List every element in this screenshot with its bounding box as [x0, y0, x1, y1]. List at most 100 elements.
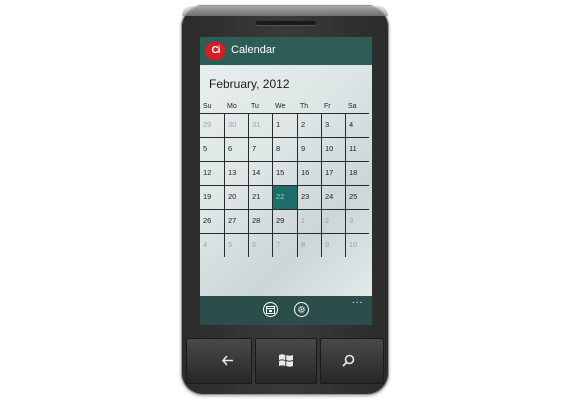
back-arrow-icon: [222, 355, 233, 366]
start-button[interactable]: [255, 338, 317, 384]
weekday-label: Mo: [227, 103, 237, 110]
month-label: February, 2012: [209, 77, 290, 91]
day-number: 20: [228, 192, 237, 201]
day-number: 2: [325, 216, 330, 225]
calendar-day-cell[interactable]: 22: [272, 185, 297, 209]
day-number: 9: [325, 240, 330, 249]
day-number: 23: [301, 192, 310, 201]
calendar-day-cell[interactable]: 31: [248, 113, 272, 137]
calendar-day-cell[interactable]: 19: [200, 185, 224, 209]
day-number: 3: [349, 216, 354, 225]
day-number: 2: [301, 120, 306, 129]
calendar-day-cell[interactable]: 8: [297, 233, 321, 257]
calendar-day-cell[interactable]: 26: [200, 209, 224, 233]
day-number: 1: [276, 120, 281, 129]
day-number: 25: [349, 192, 358, 201]
calendar-day-cell[interactable]: 6: [248, 233, 272, 257]
calendar-day-cell[interactable]: 18: [345, 161, 369, 185]
calendar-day-cell[interactable]: 23: [297, 185, 321, 209]
calendar-view: February, 2012 Su Mo Tu We Th Fr Sa 29 30…: [200, 65, 372, 296]
day-number: 21: [252, 192, 261, 201]
day-number: 27: [228, 216, 237, 225]
day-number: 12: [203, 168, 212, 177]
calendar-day-cell[interactable]: 9: [321, 233, 345, 257]
day-number: 29: [276, 216, 285, 225]
application-bar: ...: [200, 296, 372, 325]
calendar-day-cell[interactable]: 1: [272, 113, 297, 137]
calendar-day-cell[interactable]: 13: [224, 161, 248, 185]
calendar-day-cell[interactable]: 7: [272, 233, 297, 257]
calendar-day-cell[interactable]: 1: [297, 209, 321, 233]
day-number: 15: [276, 168, 285, 177]
windows-start-icon: [279, 354, 293, 367]
calendar-day-cell[interactable]: 20: [224, 185, 248, 209]
day-number: 7: [252, 144, 257, 153]
calendar-grid: 29 30 31 1 2 3 4 5 6 7 8 9 10 11 12 13 14 15 16 17 18 19 20 21 2…: [200, 113, 372, 285]
calendar-day-cell[interactable]: 8: [272, 137, 297, 161]
calendar-day-cell[interactable]: 15: [272, 161, 297, 185]
calendar-day-cell[interactable]: 28: [248, 209, 272, 233]
day-number: 8: [276, 144, 281, 153]
calendar-day-cell[interactable]: 3: [321, 113, 345, 137]
day-number: 28: [252, 216, 261, 225]
calendar-day-cell[interactable]: 29: [200, 113, 224, 137]
calendar-day-cell[interactable]: 24: [321, 185, 345, 209]
phone-bezel-highlight: [182, 6, 388, 16]
phone-screen: Ci Calendar February, 2012 Su Mo Tu We T…: [200, 37, 372, 325]
day-number: 7: [276, 240, 281, 249]
calendar-day-cell[interactable]: 25: [345, 185, 369, 209]
weekday-label: Sa: [348, 103, 357, 110]
day-number: 5: [203, 144, 208, 153]
back-button[interactable]: [186, 338, 252, 384]
day-number: 4: [203, 240, 208, 249]
calendar-day-cell[interactable]: 7: [248, 137, 272, 161]
settings-icon: [297, 305, 305, 313]
today-button[interactable]: [263, 302, 278, 317]
more-menu-button[interactable]: ...: [352, 296, 363, 306]
weekday-label: Tu: [251, 103, 259, 110]
weekday-label: We: [275, 103, 286, 110]
calendar-day-cell[interactable]: 29: [272, 209, 297, 233]
calendar-day-cell[interactable]: 16: [297, 161, 321, 185]
calendar-day-cell[interactable]: 11: [345, 137, 369, 161]
day-number: 6: [252, 240, 257, 249]
day-number: 3: [325, 120, 330, 129]
day-number: 22: [276, 192, 285, 201]
calendar-day-cell[interactable]: 6: [224, 137, 248, 161]
settings-button[interactable]: [294, 302, 309, 317]
day-number: 18: [349, 168, 358, 177]
day-number: 31: [252, 120, 261, 129]
calendar-today-icon: [265, 305, 275, 314]
weekday-label: Su: [203, 103, 212, 110]
calendar-day-cell[interactable]: 9: [297, 137, 321, 161]
day-number: 10: [349, 240, 358, 249]
day-number: 11: [349, 144, 357, 153]
calendar-day-cell[interactable]: 2: [297, 113, 321, 137]
day-number: 30: [228, 120, 237, 129]
day-number: 26: [203, 216, 212, 225]
search-icon: [342, 354, 355, 367]
calendar-day-cell[interactable]: 3: [345, 209, 369, 233]
calendar-day-cell[interactable]: 4: [200, 233, 224, 257]
calendar-day-cell[interactable]: 4: [345, 113, 369, 137]
day-number: 10: [325, 144, 334, 153]
search-button[interactable]: [320, 338, 384, 384]
calendar-day-cell[interactable]: 21: [248, 185, 272, 209]
day-number: 14: [252, 168, 261, 177]
day-number: 6: [228, 144, 233, 153]
day-number: 13: [228, 168, 237, 177]
calendar-day-cell[interactable]: 5: [224, 233, 248, 257]
weekday-label: Fr: [324, 103, 331, 110]
day-number: 1: [301, 216, 306, 225]
calendar-day-cell[interactable]: 14: [248, 161, 272, 185]
calendar-day-cell[interactable]: 10: [321, 137, 345, 161]
app-title-bar: Ci Calendar: [200, 37, 372, 65]
calendar-day-cell[interactable]: 17: [321, 161, 345, 185]
calendar-day-cell[interactable]: 12: [200, 161, 224, 185]
calendar-day-cell[interactable]: 5: [200, 137, 224, 161]
calendar-day-cell[interactable]: 10: [345, 233, 369, 257]
calendar-day-cell[interactable]: 27: [224, 209, 248, 233]
day-number: 4: [349, 120, 354, 129]
calendar-day-cell[interactable]: 30: [224, 113, 248, 137]
calendar-day-cell[interactable]: 2: [321, 209, 345, 233]
